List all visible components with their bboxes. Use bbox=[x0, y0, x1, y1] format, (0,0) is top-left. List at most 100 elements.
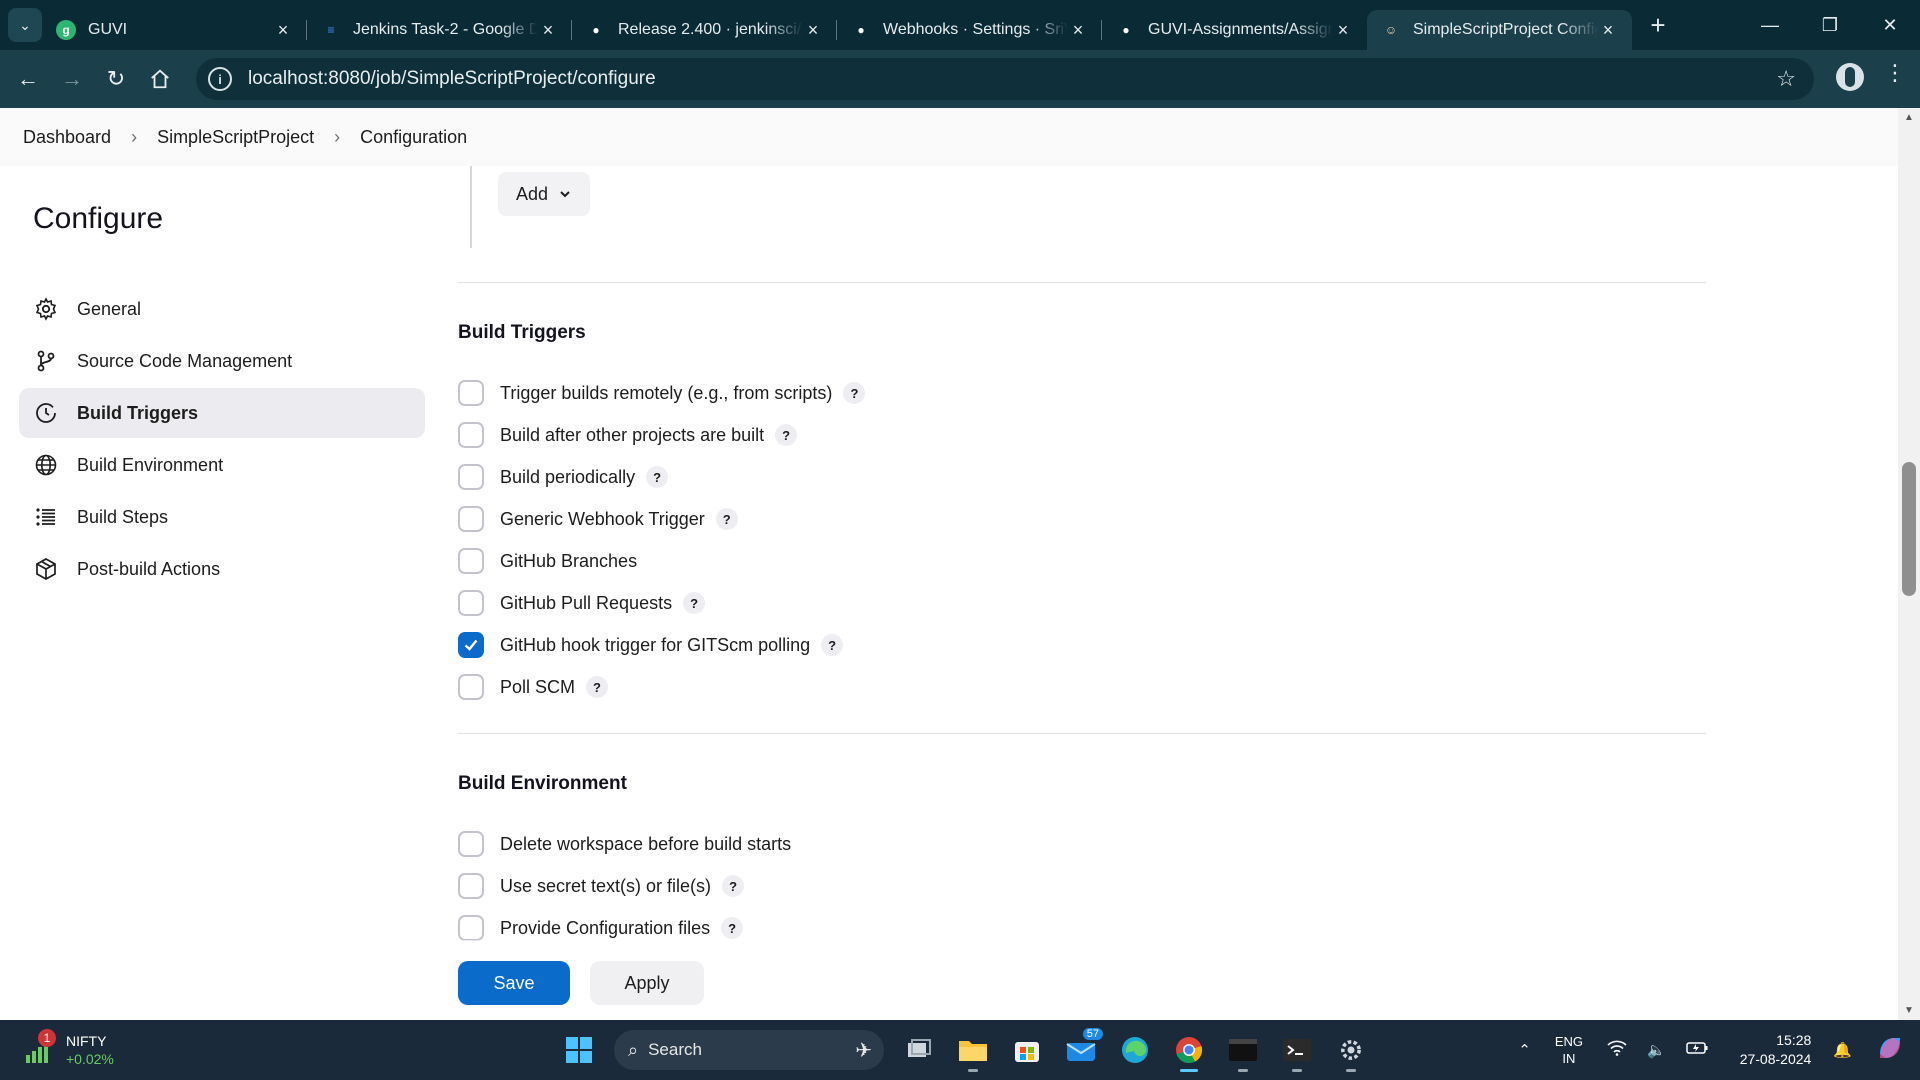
bookmark-star-icon[interactable]: ☆ bbox=[1776, 66, 1796, 92]
tab-close-icon[interactable]: × bbox=[538, 20, 558, 41]
clock[interactable]: 15:28 27-08-2024 bbox=[1740, 1031, 1812, 1069]
new-tab-button[interactable]: + bbox=[1640, 7, 1676, 43]
option-label[interactable]: Build after other projects are built bbox=[500, 425, 764, 446]
tab-search-button[interactable]: ⌄ bbox=[8, 8, 42, 42]
profile-avatar[interactable] bbox=[1836, 63, 1864, 91]
powershell-button[interactable] bbox=[1273, 1028, 1321, 1072]
forward-button[interactable]: → bbox=[50, 57, 94, 101]
tab-close-icon[interactable]: × bbox=[803, 20, 823, 41]
edge-button[interactable] bbox=[1111, 1028, 1159, 1072]
option-label[interactable]: GitHub hook trigger for GITScm polling bbox=[500, 635, 810, 656]
add-button[interactable]: Add bbox=[498, 172, 590, 216]
battery-icon[interactable] bbox=[1685, 1041, 1708, 1059]
save-button[interactable]: Save bbox=[458, 961, 570, 1005]
help-icon[interactable]: ? bbox=[586, 676, 609, 698]
settings-button[interactable] bbox=[1327, 1028, 1375, 1072]
chrome-icon bbox=[1176, 1037, 1203, 1064]
start-button[interactable] bbox=[555, 1028, 603, 1072]
option-label[interactable]: GitHub Pull Requests bbox=[500, 593, 672, 614]
sidebar-item-post-build-actions[interactable]: Post-build Actions bbox=[19, 544, 425, 594]
breadcrumb-configuration[interactable]: Configuration bbox=[360, 127, 467, 148]
tab-close-icon[interactable]: × bbox=[1598, 20, 1618, 41]
stock-widget[interactable]: 1 NIFTY +0.02% bbox=[24, 1029, 114, 1068]
browser-tab[interactable]: g GUVI × bbox=[42, 10, 307, 50]
checkbox[interactable] bbox=[458, 674, 484, 700]
checkbox[interactable] bbox=[458, 873, 484, 899]
task-view-button[interactable] bbox=[895, 1028, 943, 1072]
reload-button[interactable]: ↻ bbox=[94, 57, 138, 101]
browser-tab[interactable]: ● Release 2.400 · jenkinsci/jenkins× bbox=[572, 10, 837, 50]
breadcrumb-project[interactable]: SimpleScriptProject bbox=[157, 127, 314, 148]
page-scrollbar[interactable]: ▲ ▼ bbox=[1898, 108, 1920, 1020]
checkbox[interactable] bbox=[458, 632, 484, 658]
bell-icon[interactable]: 🔔 bbox=[1833, 1041, 1852, 1059]
sidebar-item-label: Build Environment bbox=[77, 454, 224, 475]
help-icon[interactable]: ? bbox=[821, 634, 844, 656]
option-label[interactable]: Delete workspace before build starts bbox=[500, 834, 791, 855]
checkbox[interactable] bbox=[458, 548, 484, 574]
browser-tab[interactable]: ≡ Jenkins Task-2 - Google Docs× bbox=[307, 10, 572, 50]
option-label[interactable]: Trigger builds remotely (e.g., from scri… bbox=[500, 383, 832, 404]
restore-button[interactable]: ❐ bbox=[1800, 0, 1860, 50]
browser-tab[interactable]: ☺ SimpleScriptProject Config × bbox=[1367, 10, 1632, 50]
store-button[interactable] bbox=[1003, 1028, 1051, 1072]
tab-close-icon[interactable]: × bbox=[1333, 20, 1353, 41]
help-icon[interactable]: ? bbox=[843, 382, 866, 404]
file-explorer-button[interactable] bbox=[949, 1028, 997, 1072]
address-bar[interactable]: i localhost:8080/job/SimpleScriptProject… bbox=[196, 58, 1814, 100]
sidebar-item-source-code-management[interactable]: Source Code Management bbox=[19, 336, 425, 386]
option-label[interactable]: Poll SCM bbox=[500, 677, 575, 698]
help-icon[interactable]: ? bbox=[683, 592, 706, 614]
terminal-button[interactable] bbox=[1219, 1028, 1267, 1072]
browser-tab[interactable]: ● GUVI-Assignments/Assignments× bbox=[1102, 10, 1367, 50]
mail-button[interactable]: 57 bbox=[1057, 1028, 1105, 1072]
checkbox[interactable] bbox=[458, 915, 484, 941]
sidebar-item-general[interactable]: General bbox=[19, 284, 425, 334]
sidebar-item-build-environment[interactable]: Build Environment bbox=[19, 440, 425, 490]
home-button[interactable] bbox=[138, 57, 182, 101]
option-label[interactable]: Provide Configuration files bbox=[500, 918, 710, 939]
checkbox[interactable] bbox=[458, 380, 484, 406]
breadcrumb-dashboard[interactable]: Dashboard bbox=[23, 127, 111, 148]
sidebar-item-build-steps[interactable]: Build Steps bbox=[19, 492, 425, 542]
option-label[interactable]: Build periodically bbox=[500, 467, 635, 488]
scroll-up-icon[interactable]: ▲ bbox=[1904, 112, 1914, 123]
minimize-button[interactable]: — bbox=[1740, 0, 1800, 50]
chevron-up-icon[interactable]: ⌃ bbox=[1518, 1041, 1531, 1059]
back-button[interactable]: ← bbox=[6, 57, 50, 101]
reload-icon: ↻ bbox=[106, 66, 126, 91]
wifi-icon[interactable] bbox=[1607, 1040, 1627, 1060]
window-controls: — ❐ ✕ bbox=[1740, 0, 1920, 50]
help-icon[interactable]: ? bbox=[646, 466, 669, 488]
arrow-right-icon: → bbox=[61, 66, 83, 91]
help-icon[interactable]: ? bbox=[721, 917, 744, 939]
taskbar-search[interactable]: ⌕ Search ✈ bbox=[614, 1030, 884, 1070]
checkbox[interactable] bbox=[458, 422, 484, 448]
help-icon[interactable]: ? bbox=[775, 424, 798, 446]
tab-close-icon[interactable]: × bbox=[273, 20, 293, 41]
browser-tab[interactable]: ● Webhooks · Settings · SriVinay× bbox=[837, 10, 1102, 50]
close-window-button[interactable]: ✕ bbox=[1860, 0, 1920, 50]
checkbox[interactable] bbox=[458, 464, 484, 490]
help-icon[interactable]: ? bbox=[722, 875, 745, 897]
option-label[interactable]: Use secret text(s) or file(s) bbox=[500, 876, 711, 897]
breadcrumb-separator: › bbox=[334, 126, 341, 147]
scrollbar-thumb[interactable] bbox=[1902, 462, 1916, 596]
checkbox[interactable] bbox=[458, 506, 484, 532]
language-indicator[interactable]: ENG IN bbox=[1555, 1033, 1583, 1067]
apply-button[interactable]: Apply bbox=[590, 961, 704, 1005]
browser-menu-button[interactable]: ⋮ bbox=[1884, 60, 1906, 86]
chrome-button[interactable] bbox=[1165, 1028, 1213, 1072]
help-icon[interactable]: ? bbox=[715, 508, 738, 530]
taskbar-search-label: Search bbox=[648, 1040, 702, 1059]
scroll-down-icon[interactable]: ▼ bbox=[1904, 1005, 1914, 1016]
checkbox[interactable] bbox=[458, 590, 484, 616]
tab-close-icon[interactable]: × bbox=[1068, 20, 1088, 41]
site-info-icon[interactable]: i bbox=[208, 67, 232, 91]
sidebar-item-build-triggers[interactable]: Build Triggers bbox=[19, 388, 425, 438]
option-label[interactable]: GitHub Branches bbox=[500, 551, 637, 572]
copilot-icon[interactable] bbox=[1876, 1034, 1904, 1066]
checkbox[interactable] bbox=[458, 831, 484, 857]
volume-icon[interactable]: 🔈 bbox=[1647, 1041, 1666, 1059]
option-label[interactable]: Generic Webhook Trigger bbox=[500, 509, 705, 530]
